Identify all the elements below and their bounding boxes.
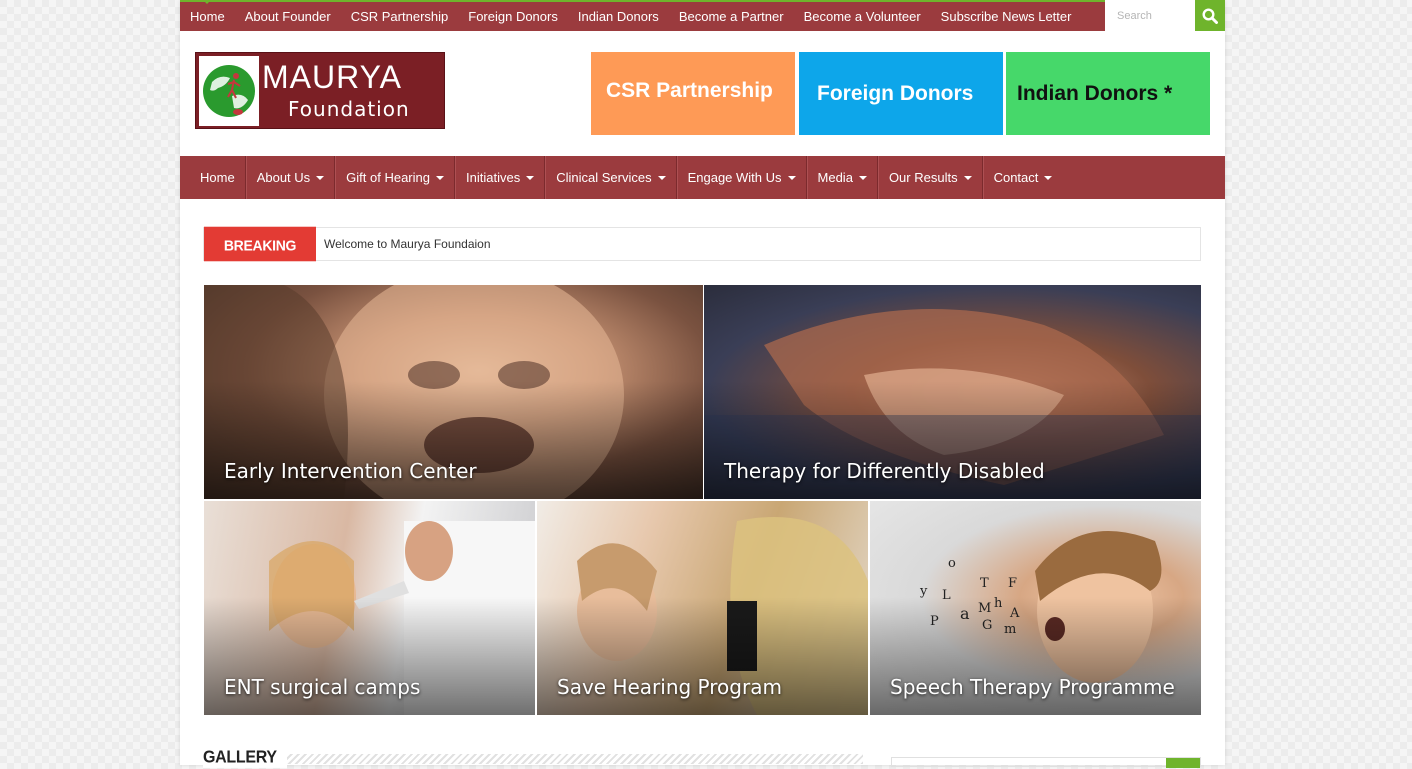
top-bar: Home About Founder CSR Partnership Forei… (180, 0, 1225, 31)
tile-save-hearing[interactable]: Save Hearing Program (537, 501, 868, 715)
site-logo[interactable]: MAURYA Foundation (195, 52, 445, 129)
main-nav-about-us[interactable]: About Us (245, 156, 336, 199)
sidebar-search-box[interactable] (891, 757, 1201, 767)
tile-ent-surgical-camps[interactable]: ENT surgical camps (204, 501, 535, 715)
top-nav-subscribe-newsletter[interactable]: Subscribe News Letter (931, 2, 1082, 31)
tile-therapy-disabled[interactable]: Therapy for Differently Disabled (704, 285, 1201, 499)
section-divider (273, 754, 863, 764)
top-nav-become-partner[interactable]: Become a Partner (669, 2, 794, 31)
main-nav: Home About Us Gift of Hearing Initiative… (180, 156, 1225, 199)
main-nav-media[interactable]: Media (806, 156, 878, 199)
caret-down-icon (526, 175, 535, 180)
search-icon (1202, 7, 1218, 24)
main-nav-engage-with-us[interactable]: Engage With Us (676, 156, 807, 199)
tile-caption: Early Intervention Center (224, 459, 477, 483)
main-nav-label: Initiatives (466, 170, 521, 185)
sidebar-search-button[interactable] (1166, 758, 1200, 768)
top-nav-about-founder[interactable]: About Founder (235, 2, 341, 31)
main-nav-label: Media (817, 170, 853, 185)
main-nav-label: Engage With Us (687, 170, 782, 185)
top-nav: Home About Founder CSR Partnership Forei… (180, 0, 1082, 31)
caret-down-icon (657, 175, 666, 180)
main-nav-home[interactable]: Home (190, 156, 246, 199)
main-nav-label: Gift of Hearing (346, 170, 430, 185)
tile-speech-therapy[interactable]: o y L T F a P M h A G m Speech Therapy P… (870, 501, 1201, 715)
main-nav-label: Contact (993, 170, 1039, 185)
top-nav-indian-donors[interactable]: Indian Donors (568, 2, 669, 31)
search-input[interactable] (1105, 0, 1195, 31)
caret-down-icon (1044, 175, 1053, 180)
search-button[interactable] (1195, 0, 1225, 31)
caret-down-icon (963, 175, 972, 180)
tile-caption: Speech Therapy Programme (890, 675, 1175, 699)
breaking-news-bar: BREAKING NEWS Welcome to Maurya Foundaio… (203, 226, 1201, 290)
main-nav-label: Home (200, 170, 235, 185)
foreign-donors-button[interactable]: Foreign Donors (799, 52, 1003, 135)
top-search (1105, 0, 1225, 31)
logo-wordmark: MAURYA (262, 59, 402, 95)
page-wrapper: Home About Founder CSR Partnership Forei… (180, 0, 1225, 768)
main-nav-label: About Us (256, 170, 311, 185)
main-nav-gift-of-hearing[interactable]: Gift of Hearing (335, 156, 455, 199)
caret-down-icon (787, 175, 796, 180)
main-nav-clinical-services[interactable]: Clinical Services (545, 156, 677, 199)
caret-down-icon (316, 175, 325, 180)
top-nav-csr-partnership[interactable]: CSR Partnership (341, 2, 459, 31)
logo-subtitle: Foundation (288, 97, 410, 121)
main-nav-contact[interactable]: Contact (982, 156, 1063, 199)
main-nav-initiatives[interactable]: Initiatives (455, 156, 546, 199)
indian-donors-button[interactable]: Indian Donors * (1006, 52, 1210, 135)
csr-partnership-button[interactable]: CSR Partnership (591, 52, 795, 135)
caret-down-icon (436, 175, 444, 180)
tile-caption: ENT surgical camps (224, 675, 421, 699)
breaking-news-label: BREAKING NEWS (204, 226, 316, 290)
top-nav-foreign-donors[interactable]: Foreign Donors (458, 2, 568, 31)
top-nav-become-volunteer[interactable]: Become a Volunteer (794, 2, 931, 31)
gallery-header: GALLERY (203, 748, 863, 769)
tile-caption: Save Hearing Program (557, 675, 782, 699)
breaking-news-headline[interactable]: Welcome to Maurya Foundaion (324, 228, 491, 260)
globe-logo-icon (199, 56, 259, 126)
tile-early-intervention[interactable]: Early Intervention Center (204, 285, 703, 499)
main-nav-our-results[interactable]: Our Results (877, 156, 983, 199)
tile-caption: Therapy for Differently Disabled (724, 459, 1045, 483)
main-nav-label: Clinical Services (556, 170, 652, 185)
main-nav-label: Our Results (888, 170, 958, 185)
caret-down-icon (858, 175, 867, 180)
top-nav-home[interactable]: Home (180, 0, 235, 31)
